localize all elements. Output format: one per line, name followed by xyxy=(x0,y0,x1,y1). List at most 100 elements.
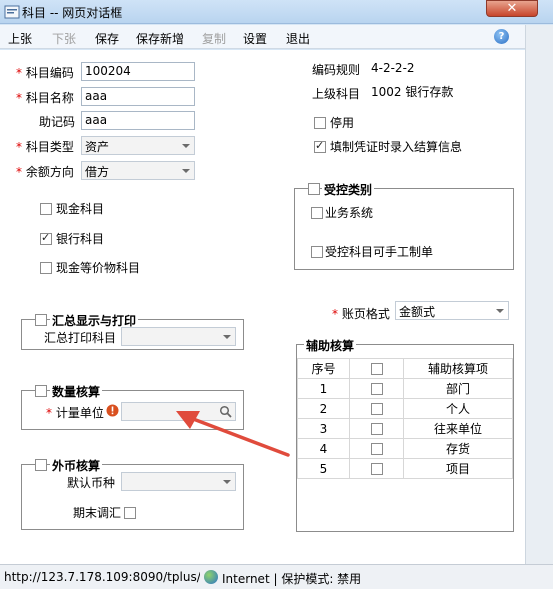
quantity-title: 数量核算 xyxy=(50,383,103,400)
save-button[interactable]: 保存 xyxy=(95,30,119,47)
warning-icon xyxy=(106,404,119,417)
code-label: * 科目编码 xyxy=(16,66,74,80)
type-select[interactable]: 资产 xyxy=(81,136,195,155)
aux-check-cell xyxy=(349,378,404,399)
direction-select[interactable]: 借方 xyxy=(81,161,195,180)
aux-header-row: 序号 辅助核算项 xyxy=(297,358,513,379)
cash-equiv-checkbox[interactable] xyxy=(40,262,52,274)
annotation-arrow xyxy=(176,411,290,457)
mnemonic-label: 助记码 xyxy=(39,115,76,129)
aux-item: 部门 xyxy=(403,378,513,399)
adjust-checkbox[interactable] xyxy=(124,507,136,519)
controlled-title: 受控类别 xyxy=(322,181,375,198)
currency-select[interactable] xyxy=(121,472,236,491)
type-value: 资产 xyxy=(85,140,110,154)
rule-value: 4-2-2-2 xyxy=(371,61,415,75)
ledger-label: * 账页格式 xyxy=(332,307,390,321)
cash-checkbox[interactable] xyxy=(40,203,52,215)
business-checkbox[interactable] xyxy=(311,207,323,219)
parent-label: 上级科目 xyxy=(312,87,361,101)
help-icon[interactable]: ? xyxy=(494,29,509,44)
name-input[interactable]: aaa xyxy=(81,87,195,106)
type-label: * 科目类型 xyxy=(16,140,74,154)
name-label: * 科目名称 xyxy=(16,91,74,105)
chevron-down-icon xyxy=(496,309,504,313)
table-row: 4 存货 xyxy=(297,438,513,459)
chevron-down-icon xyxy=(182,169,190,173)
aux-header-seq: 序号 xyxy=(297,358,350,379)
bank-label: 银行科目 xyxy=(56,232,105,246)
app-icon xyxy=(4,5,20,19)
cash-label: 现金科目 xyxy=(56,202,105,216)
mnemonic-input[interactable]: aaa xyxy=(81,111,195,130)
ledger-value: 金额式 xyxy=(399,305,436,319)
direction-value: 借方 xyxy=(85,165,110,179)
manual-label: 受控科目可手工制单 xyxy=(325,245,434,259)
close-button[interactable]: ✕ xyxy=(486,0,538,17)
aux-item: 往来单位 xyxy=(403,418,513,439)
aux-item: 项目 xyxy=(403,458,513,479)
copy-button[interactable]: 复制 xyxy=(202,30,226,47)
aux-item: 个人 xyxy=(403,398,513,419)
status-zone: Internet | 保护模式: 禁用 xyxy=(222,572,362,586)
aux-item: 存货 xyxy=(403,438,513,459)
parent-value: 1002 银行存款 xyxy=(371,85,454,99)
table-row: 5 项目 xyxy=(297,458,513,479)
summary-print-label: 汇总打印科目 xyxy=(44,331,117,345)
aux-check-cell xyxy=(349,398,404,419)
aux-row-checkbox[interactable] xyxy=(370,383,383,395)
prev-button[interactable]: 上张 xyxy=(8,30,32,47)
title-bar: 科目 -- 网页对话框 ✕ xyxy=(0,0,553,24)
status-bar: http://123.7.178.109:8090/tplus/B/ Inter… xyxy=(0,564,553,589)
aux-seq: 1 xyxy=(297,378,350,399)
table-row: 2 个人 xyxy=(297,398,513,419)
foreign-checkbox[interactable] xyxy=(35,459,47,471)
aux-select-all-checkbox[interactable] xyxy=(370,363,383,375)
direction-label: * 余额方向 xyxy=(16,165,74,179)
next-button[interactable]: 下张 xyxy=(52,30,76,47)
ledger-select[interactable]: 金额式 xyxy=(395,301,509,320)
table-row: 3 往来单位 xyxy=(297,418,513,439)
currency-label: 默认币种 xyxy=(67,476,116,490)
chevron-down-icon xyxy=(182,144,190,148)
chevron-down-icon xyxy=(223,335,231,339)
disable-checkbox[interactable] xyxy=(314,117,326,129)
rule-label: 编码规则 xyxy=(312,63,361,77)
aux-seq: 2 xyxy=(297,398,350,419)
unit-label: * 计量单位 xyxy=(46,406,104,420)
aux-header-select xyxy=(349,358,404,379)
settings-button[interactable]: 设置 xyxy=(243,30,267,47)
manual-checkbox[interactable] xyxy=(311,246,323,258)
aux-row-checkbox[interactable] xyxy=(370,403,383,415)
bank-checkbox[interactable] xyxy=(40,231,52,245)
quantity-checkbox[interactable] xyxy=(35,385,47,397)
voucher-checkbox[interactable] xyxy=(314,139,326,153)
aux-seq: 4 xyxy=(297,438,350,459)
aux-row-checkbox[interactable] xyxy=(370,463,383,475)
aux-check-cell xyxy=(349,418,404,439)
toolbar: 上张 下张 保存 保存新增 复制 设置 退出 ? xyxy=(0,25,525,49)
scrollbar[interactable] xyxy=(525,25,553,564)
exit-button[interactable]: 退出 xyxy=(286,30,310,47)
form-area: * 科目编码 100204 * 科目名称 aaa 助记码 aaa * 科目类型 … xyxy=(0,50,525,564)
summary-checkbox[interactable] xyxy=(35,314,47,326)
aux-row-checkbox[interactable] xyxy=(370,423,383,435)
foreign-title: 外币核算 xyxy=(50,457,103,474)
aux-seq: 5 xyxy=(297,458,350,479)
window-title: 科目 -- 网页对话框 xyxy=(22,6,123,20)
aux-row-checkbox[interactable] xyxy=(370,443,383,455)
summary-print-select[interactable] xyxy=(121,327,236,346)
table-row: 1 部门 xyxy=(297,378,513,399)
aux-header-item: 辅助核算项 xyxy=(403,358,513,379)
aux-check-cell xyxy=(349,458,404,479)
aux-title: 辅助核算 xyxy=(304,337,357,354)
status-url: http://123.7.178.109:8090/tplus/B/ xyxy=(4,570,200,584)
globe-icon xyxy=(204,570,218,584)
disable-label: 停用 xyxy=(330,116,355,130)
aux-seq: 3 xyxy=(297,418,350,439)
code-input[interactable]: 100204 xyxy=(81,62,195,81)
controlled-checkbox[interactable] xyxy=(308,183,320,195)
save-new-button[interactable]: 保存新增 xyxy=(136,30,184,47)
aux-check-cell xyxy=(349,438,404,459)
cash-equiv-label: 现金等价物科目 xyxy=(56,261,141,275)
